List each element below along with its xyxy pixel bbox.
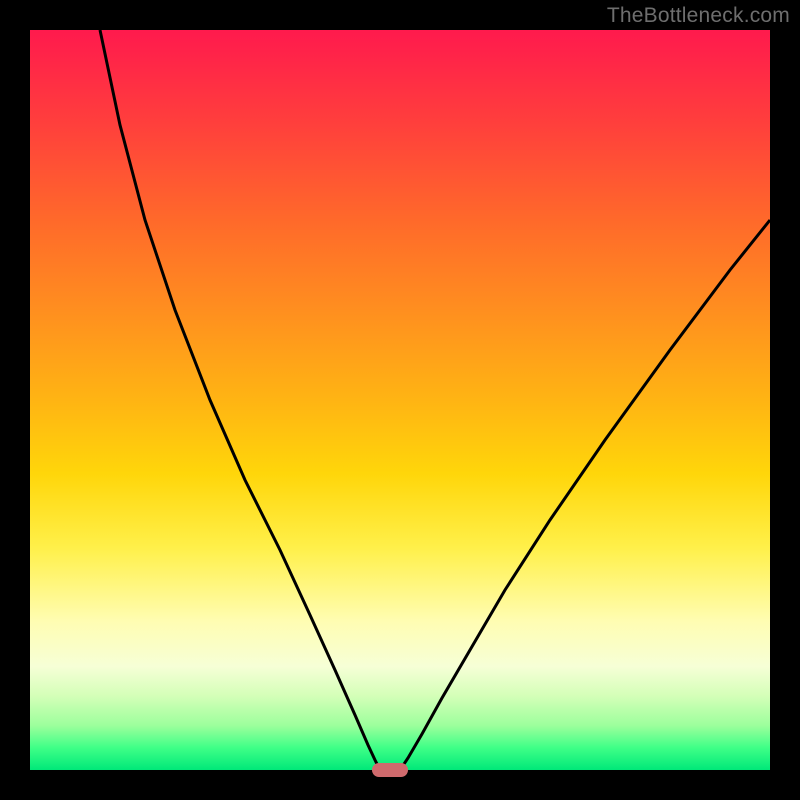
watermark-text: TheBottleneck.com (607, 4, 790, 28)
optimal-marker (372, 763, 408, 777)
plot-area (30, 30, 770, 770)
curve-left-branch (100, 30, 380, 770)
bottleneck-curve (30, 30, 770, 770)
curve-right-branch (400, 220, 770, 770)
